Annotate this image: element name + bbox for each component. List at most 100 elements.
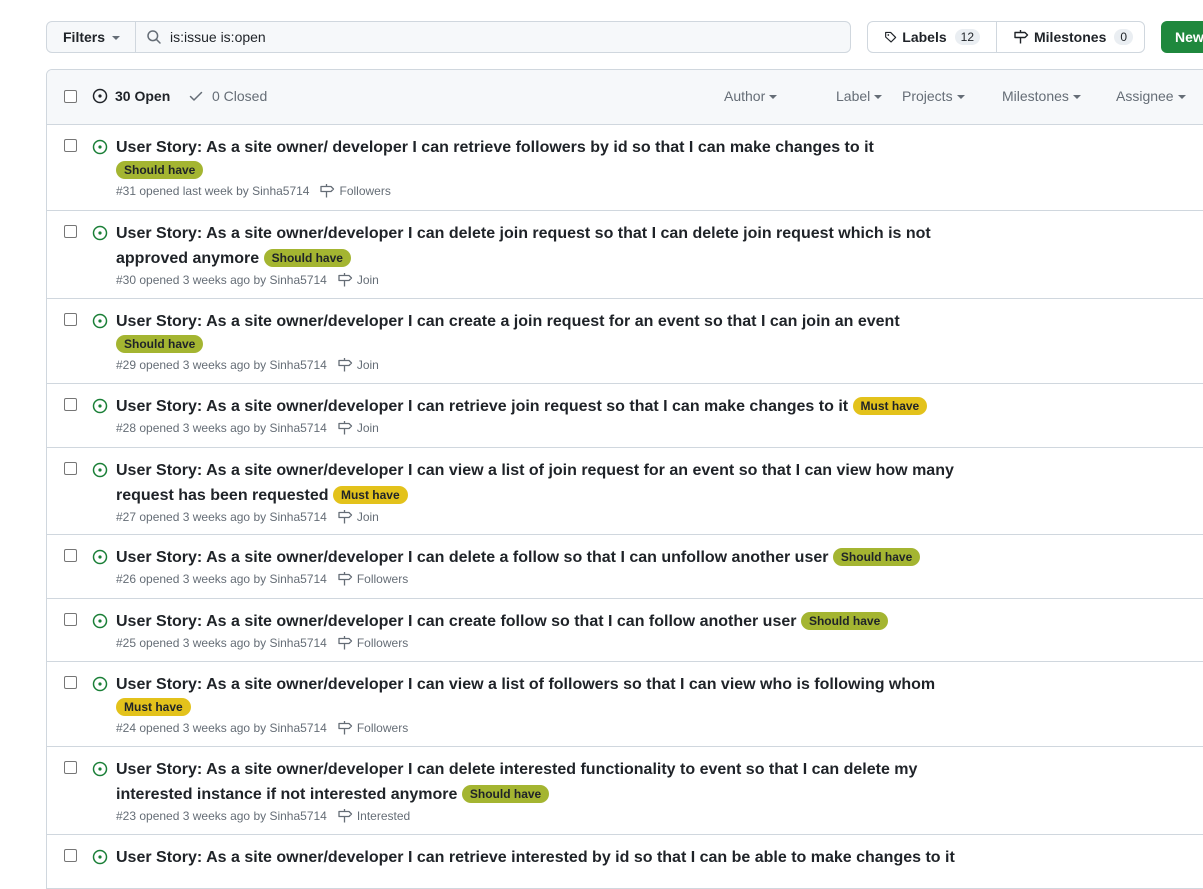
issue-milestone[interactable]: Followers [319, 182, 391, 200]
search-input[interactable] [170, 29, 810, 45]
author-filter-label: Author [724, 88, 766, 104]
labels-label: Labels [902, 29, 947, 45]
labels-button[interactable]: Labels 12 [868, 22, 996, 52]
check-icon [189, 91, 203, 101]
labels-milestones-group: Labels 12 Milestones 0 [867, 21, 1145, 53]
issue-title[interactable]: User Story: As a site owner/developer I … [116, 676, 935, 693]
label-filter-label: Label [836, 88, 871, 104]
issue-milestone-name: Followers [356, 572, 409, 586]
issue-milestone[interactable]: Interested [337, 807, 410, 825]
issue-label[interactable]: Should have [263, 249, 351, 267]
issue-milestone-name: Followers [356, 636, 409, 650]
issue-title[interactable]: User Story: As a site owner/developer I … [116, 849, 955, 866]
issue-opened-info: #25 opened 3 weeks ago by Sinha5714 [116, 636, 327, 650]
milestone-icon [338, 510, 352, 524]
issue-label[interactable]: Should have [832, 548, 921, 566]
milestones-button[interactable]: Milestones 0 [996, 22, 1149, 52]
list-filters: Author Label Projects Milestones Assigne… [724, 88, 1186, 104]
issue-opened-icon [92, 462, 108, 478]
issues-list-header: 30 Open 0 Closed Author Label Projects M… [47, 70, 1203, 125]
issue-content: User Story: As a site owner/developer I … [116, 609, 956, 652]
issue-milestone[interactable]: Join [337, 356, 379, 374]
issue-opened-icon [92, 761, 108, 777]
projects-filter[interactable]: Projects [902, 88, 1002, 104]
closed-count-label: 0 Closed [212, 88, 268, 104]
issue-title[interactable]: User Story: As a site owner/developer I … [116, 549, 828, 566]
issue-checkbox[interactable] [64, 398, 77, 411]
issue-opened-icon [92, 88, 108, 104]
issue-content: User Story: As a site owner/developer I … [116, 672, 956, 737]
issue-opened-info: #28 opened 3 weeks ago by Sinha5714 [116, 421, 327, 435]
open-issues-tab[interactable]: 30 Open [92, 88, 170, 104]
issue-meta: #24 opened 3 weeks ago by Sinha5714 Foll… [116, 719, 956, 737]
issue-title[interactable]: User Story: As a site owner/developer I … [116, 313, 900, 330]
issue-content: User Story: As a site owner/developer I … [116, 309, 956, 374]
new-issue-button[interactable]: New [1161, 21, 1203, 53]
issue-content: User Story: As a site owner/developer I … [116, 458, 956, 526]
issue-checkbox[interactable] [64, 139, 77, 152]
issue-checkbox[interactable] [64, 676, 77, 689]
milestone-icon [338, 421, 352, 435]
search-box[interactable] [135, 21, 851, 53]
issue-milestone[interactable]: Join [337, 419, 379, 437]
issue-checkbox[interactable] [64, 225, 77, 238]
issue-title[interactable]: User Story: As a site owner/developer I … [116, 613, 796, 630]
issue-milestone[interactable]: Followers [337, 634, 408, 652]
issue-checkbox[interactable] [64, 761, 77, 774]
issue-row: User Story: As a site owner/developer I … [47, 211, 1203, 299]
milestone-icon [338, 572, 352, 586]
issue-label[interactable]: Must have [116, 698, 191, 716]
issue-milestone-name: Join [356, 510, 379, 524]
tag-icon [885, 31, 897, 43]
issue-opened-info: #24 opened 3 weeks ago by Sinha5714 [116, 721, 327, 735]
issue-milestone[interactable]: Followers [337, 719, 408, 737]
issue-label[interactable]: Must have [332, 486, 408, 504]
issue-milestone-name: Join [356, 421, 379, 435]
issue-checkbox[interactable] [64, 613, 77, 626]
issue-milestone[interactable]: Join [337, 508, 379, 526]
filters-button[interactable]: Filters [46, 21, 136, 53]
author-filter[interactable]: Author [724, 88, 836, 104]
issue-checkbox[interactable] [64, 849, 77, 862]
issue-content: User Story: As a site owner/developer I … [116, 394, 956, 437]
issue-row: User Story: As a site owner/developer I … [47, 662, 1203, 747]
milestone-icon [338, 358, 352, 372]
issue-label[interactable]: Must have [852, 397, 928, 415]
issue-opened-icon [92, 549, 108, 565]
issue-title[interactable]: User Story: As a site owner/developer I … [116, 462, 954, 504]
projects-filter-label: Projects [902, 88, 953, 104]
label-filter[interactable]: Label [836, 88, 890, 104]
issue-meta: #28 opened 3 weeks ago by Sinha5714 Join [116, 419, 956, 437]
select-all-checkbox[interactable] [64, 90, 77, 103]
issue-content: User Story: As a site owner/developer I … [116, 221, 956, 289]
milestones-filter[interactable]: Milestones [1002, 88, 1116, 104]
issue-title[interactable]: User Story: As a site owner/ developer I… [116, 139, 874, 156]
issue-checkbox[interactable] [64, 462, 77, 475]
caret-down-icon [874, 95, 883, 99]
issue-milestone-name: Join [356, 358, 379, 372]
issue-opened-icon [92, 849, 108, 865]
issue-label[interactable]: Should have [800, 612, 889, 630]
issue-title[interactable]: User Story: As a site owner/developer I … [116, 225, 931, 267]
issues-toolbar: Filters Labels 12 Milestones 0 N [46, 21, 1203, 53]
issue-milestone-name: Followers [339, 184, 391, 198]
issue-opened-info: #30 opened 3 weeks ago by Sinha5714 [116, 273, 327, 287]
issue-opened-icon [92, 313, 108, 329]
issue-milestone[interactable]: Join [337, 271, 379, 289]
assignee-filter[interactable]: Assignee [1116, 88, 1186, 104]
caret-down-icon [769, 95, 778, 99]
issue-milestone[interactable]: Followers [337, 570, 408, 588]
search-icon [147, 30, 161, 44]
milestone-icon [338, 273, 352, 287]
issue-label[interactable]: Should have [116, 161, 204, 179]
milestones-count: 0 [1114, 29, 1134, 45]
milestones-label: Milestones [1034, 29, 1107, 45]
issue-opened-icon [92, 613, 108, 629]
issue-checkbox[interactable] [64, 549, 77, 562]
issue-title[interactable]: User Story: As a site owner/developer I … [116, 398, 848, 415]
issue-checkbox[interactable] [64, 313, 77, 326]
issue-label[interactable]: Should have [116, 335, 204, 353]
closed-issues-tab[interactable]: 0 Closed [188, 88, 267, 104]
issue-label[interactable]: Should have [461, 785, 550, 803]
issue-content: User Story: As a site owner/ developer I… [116, 135, 956, 200]
